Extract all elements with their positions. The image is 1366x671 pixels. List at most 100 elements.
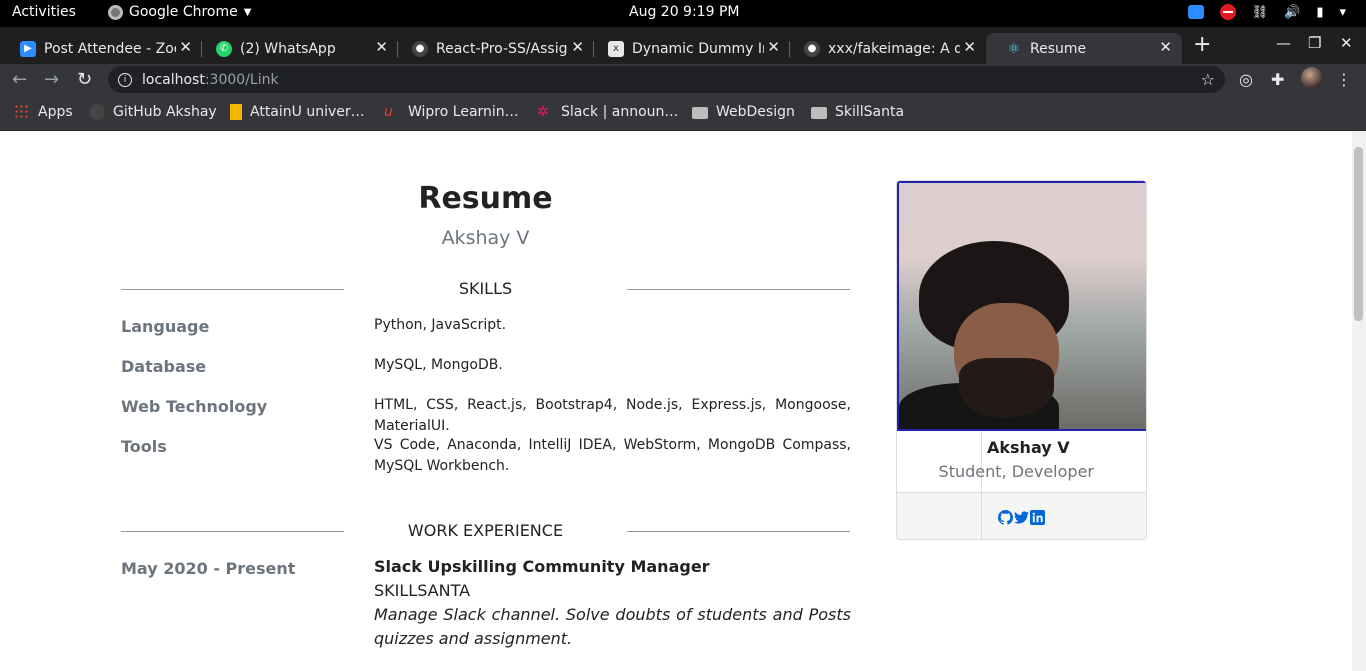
- job-description: Manage Slack channel. Solve doubts of st…: [374, 605, 851, 648]
- skill-key: Tools: [121, 437, 167, 456]
- url-host: localhost: [142, 71, 205, 88]
- x-favicon-icon: x: [608, 40, 624, 57]
- tab-resume[interactable]: ⚛ Resume ✕: [986, 33, 1182, 64]
- bookmark-slack[interactable]: ✲ Slack | announ…: [537, 104, 678, 120]
- bookmark-wipro[interactable]: u Wipro Learnin…: [384, 104, 519, 120]
- reload-button[interactable]: ↻: [77, 69, 92, 90]
- extensions-puzzle-icon[interactable]: ✚: [1271, 70, 1284, 89]
- chrome-icon: [108, 4, 123, 20]
- tab-title: Resume: [1030, 40, 1087, 57]
- minimize-button[interactable]: —: [1276, 34, 1291, 52]
- bookmark-attainu[interactable]: AttainU univer…: [230, 104, 365, 120]
- close-icon[interactable]: ✕: [375, 38, 388, 56]
- zoom-icon: ▶: [20, 40, 36, 57]
- system-top-bar: Activities Google Chrome ▼ Aug 20 9:19 P…: [0, 0, 1366, 27]
- browser-toolbar: ← → ↻ i localhost:3000/Link ☆ ◎ ✚ ⋮: [0, 64, 1366, 95]
- zoom-tray-icon[interactable]: [1187, 5, 1204, 19]
- site-info-icon[interactable]: i: [118, 72, 132, 87]
- back-button[interactable]: ←: [12, 69, 27, 90]
- bookmark-github-akshay[interactable]: GitHub Akshay: [89, 104, 217, 120]
- extension-target-icon[interactable]: ◎: [1239, 70, 1253, 89]
- profile-card: Akshay V Student, Developer: [896, 180, 1147, 540]
- maximize-button[interactable]: ❐: [1308, 34, 1321, 52]
- skills-section-heading: SKILLS: [121, 277, 850, 301]
- apps-grid-icon: [14, 104, 30, 120]
- close-icon[interactable]: ✕: [571, 38, 584, 56]
- page-scrollbar[interactable]: [1352, 131, 1366, 671]
- wipro-icon: u: [384, 104, 393, 120]
- resume-name: Akshay V: [441, 227, 530, 249]
- tab-zoom[interactable]: ▶ Post Attendee - Zoom ✕: [0, 33, 202, 64]
- skill-key: Database: [121, 357, 207, 376]
- app-menu[interactable]: Google Chrome ▼: [108, 4, 251, 20]
- page-viewport: Resume Akshay V SKILLS Language Python, …: [0, 131, 1352, 671]
- bookmark-label: AttainU univer…: [250, 104, 365, 120]
- scrollbar-thumb[interactable]: [1354, 147, 1363, 321]
- work-section-heading: WORK EXPERIENCE: [121, 519, 850, 543]
- tab-github-fakeimage[interactable]: ● xxx/fakeimage: A dynamic ✕: [784, 33, 986, 64]
- react-icon: ⚛: [1007, 40, 1021, 57]
- close-icon[interactable]: ✕: [179, 38, 192, 56]
- bookmark-folder-webdesign[interactable]: WebDesign: [692, 104, 795, 120]
- close-icon[interactable]: ✕: [963, 38, 976, 56]
- bookmarks-bar: Apps GitHub Akshay AttainU univer… u Wip…: [0, 95, 1366, 131]
- skill-key: Language: [121, 317, 210, 336]
- github-icon: ●: [804, 40, 820, 57]
- divider: [627, 289, 850, 290]
- linkedin-icon[interactable]: [1030, 510, 1045, 525]
- bookmark-label: GitHub Akshay: [113, 104, 217, 120]
- tab-whatsapp[interactable]: ✆ (2) WhatsApp ✕: [196, 33, 398, 64]
- skill-key: Web Technology: [121, 397, 268, 416]
- slack-icon: ✲: [537, 104, 549, 120]
- new-tab-button[interactable]: +: [1193, 32, 1211, 57]
- skill-value: MySQL, MongoDB.: [374, 357, 503, 373]
- tab-strip: ▶ Post Attendee - Zoom ✕ ✆ (2) WhatsApp …: [0, 27, 1366, 64]
- system-menu-caret-icon[interactable]: ▾: [1339, 5, 1346, 20]
- tab-title: React-Pro-SS/Assignment: [436, 40, 568, 57]
- bookmark-apps[interactable]: Apps: [14, 104, 73, 120]
- volume-icon[interactable]: 🔊: [1284, 5, 1300, 20]
- bookmark-star-icon[interactable]: ☆: [1201, 70, 1215, 89]
- whatsapp-icon: ✆: [216, 40, 232, 57]
- card-footer-left: [897, 492, 981, 539]
- url-path: :3000/Link: [204, 71, 279, 88]
- caret-down-icon: ▼: [243, 6, 252, 18]
- tab-title: Post Attendee - Zoom: [44, 40, 176, 57]
- forward-button[interactable]: →: [44, 69, 59, 90]
- close-icon[interactable]: ✕: [767, 38, 780, 56]
- more-menu-icon[interactable]: ⋮: [1336, 70, 1352, 89]
- profile-avatar[interactable]: [1301, 67, 1323, 89]
- clock[interactable]: Aug 20 9:19 PM: [629, 4, 739, 20]
- twitter-icon[interactable]: [1014, 510, 1029, 525]
- bookmark-label: SkillSanta: [835, 104, 905, 120]
- job-period: May 2020 - Present: [121, 559, 296, 578]
- folder-icon: [692, 107, 708, 119]
- profile-name: Akshay V: [987, 438, 1070, 457]
- tab-title: (2) WhatsApp: [240, 40, 336, 57]
- activities-button[interactable]: Activities: [12, 4, 76, 20]
- tab-github-react-pro[interactable]: ● React-Pro-SS/Assignment ✕: [392, 33, 594, 64]
- system-tray[interactable]: ⛓ 🔊 ▮ ▾: [1187, 4, 1346, 20]
- github-icon[interactable]: [998, 510, 1014, 525]
- attainu-icon: [230, 104, 242, 120]
- social-links: [998, 510, 1045, 525]
- battery-icon[interactable]: ▮: [1316, 5, 1323, 20]
- close-window-button[interactable]: ✕: [1340, 34, 1353, 52]
- do-not-disturb-icon[interactable]: [1219, 4, 1236, 20]
- github-icon: ●: [412, 40, 428, 57]
- bookmark-folder-skillsanta[interactable]: SkillSanta: [811, 104, 904, 120]
- profile-photo: [897, 181, 1146, 431]
- app-menu-label: Google Chrome: [129, 4, 238, 20]
- divider: [627, 531, 850, 532]
- tab-dummy-image[interactable]: x Dynamic Dummy Image ✕: [588, 33, 790, 64]
- network-icon[interactable]: ⛓: [1252, 5, 1269, 20]
- bookmark-label: WebDesign: [716, 104, 795, 120]
- github-icon: [89, 104, 105, 120]
- job-company: SKILLSANTA: [374, 581, 471, 600]
- close-icon[interactable]: ✕: [1159, 38, 1172, 56]
- address-bar[interactable]: i localhost:3000/Link ☆: [108, 66, 1225, 93]
- skill-value: HTML, CSS, React.js, Bootstrap4, Node.js…: [374, 397, 851, 434]
- job-title: Slack Upskilling Community Manager: [374, 557, 710, 576]
- skill-value: VS Code, Anaconda, IntelliJ IDEA, WebSto…: [374, 437, 851, 474]
- folder-icon: [811, 107, 827, 119]
